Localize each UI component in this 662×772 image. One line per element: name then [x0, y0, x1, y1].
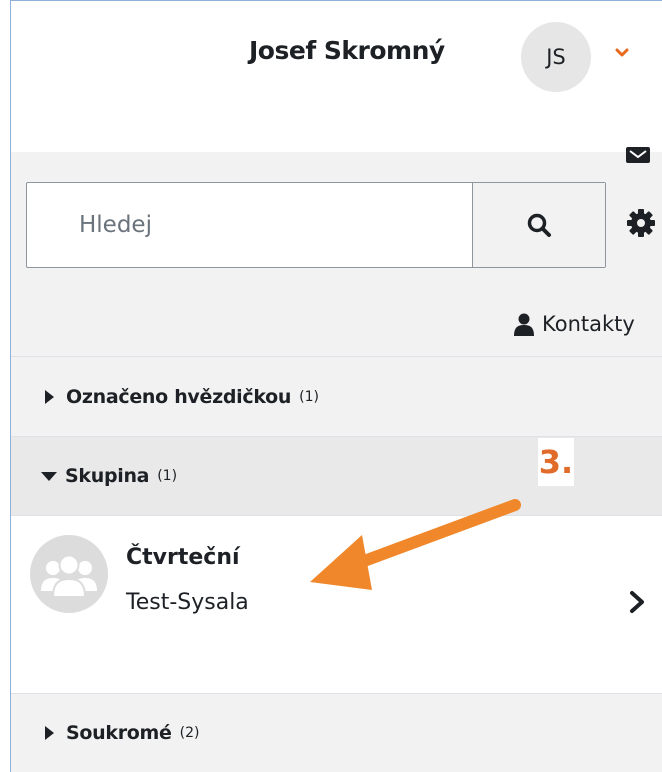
section-count: (2) [179, 725, 200, 741]
contacts-link[interactable]: Kontakty [512, 312, 635, 336]
annotation-step-number: 3. [538, 438, 574, 486]
group-avatar-icon [30, 535, 108, 613]
section-label: Soukromé [66, 722, 172, 744]
caret-right-icon [45, 389, 54, 404]
section-count: (1) [157, 468, 178, 484]
search-button[interactable] [472, 183, 605, 267]
chevron-down-icon[interactable] [612, 43, 632, 63]
conversation-subtitle: Test-Sysala [126, 590, 249, 615]
chevron-right-icon[interactable] [626, 589, 648, 615]
user-avatar[interactable]: JS [521, 22, 591, 92]
contacts-label: Kontakty [542, 312, 635, 336]
conversation-name: Čtvrteční [126, 545, 240, 570]
annotation-arrow-icon [310, 499, 521, 590]
gear-icon[interactable] [625, 207, 657, 239]
user-icon [514, 313, 534, 336]
section-label: Označeno hvězdičkou [66, 385, 292, 408]
caret-down-icon [41, 472, 57, 481]
caret-right-icon [45, 726, 54, 740]
search-input[interactable] [27, 183, 472, 267]
section-count: (1) [299, 388, 319, 405]
search-box [26, 182, 606, 268]
section-private[interactable]: Soukromé (2) [11, 694, 662, 772]
message-icon[interactable] [624, 147, 652, 163]
search-icon [527, 213, 551, 237]
section-label: Skupina [65, 465, 150, 487]
section-starred[interactable]: Označeno hvězdičkou (1) [11, 357, 662, 436]
user-name[interactable]: Josef Skromný [249, 36, 445, 65]
